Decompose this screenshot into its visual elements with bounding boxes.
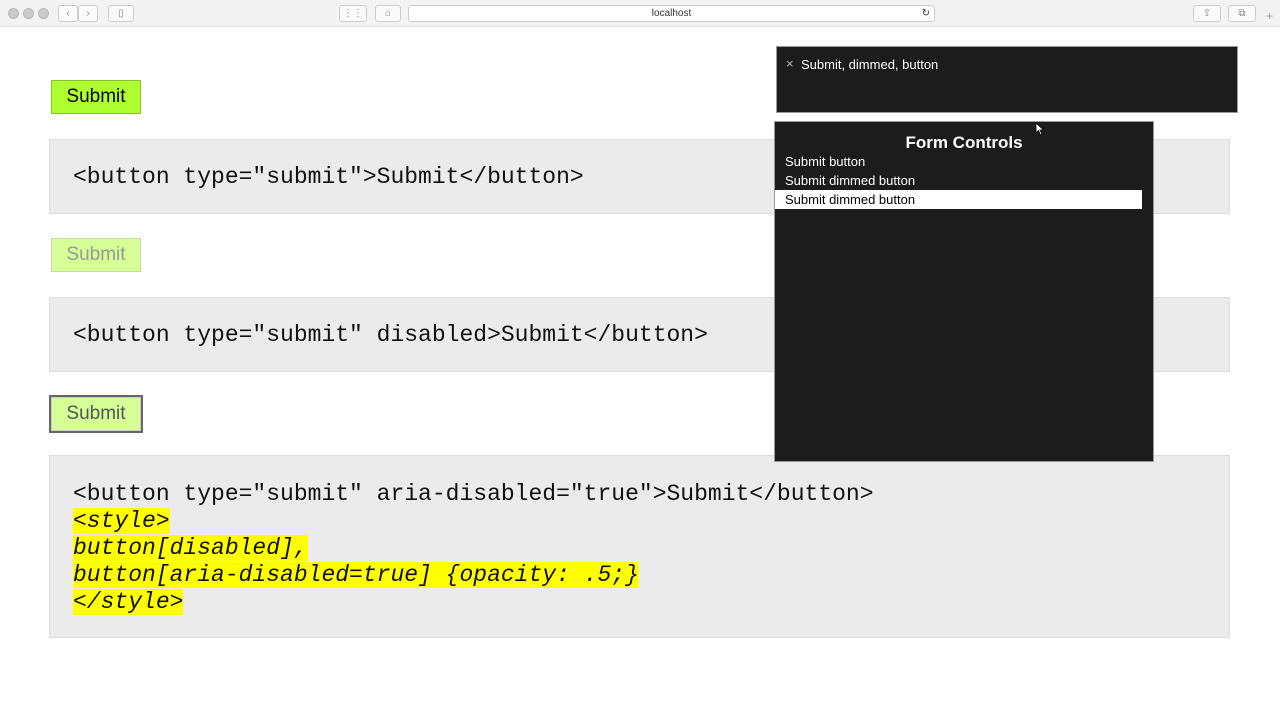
mouse-cursor-icon [1035, 122, 1045, 136]
back-button[interactable]: ‹ [58, 5, 78, 22]
url-text: localhost [651, 8, 692, 19]
voiceover-rotor: Form Controls Submit button Submit dimme… [774, 121, 1154, 462]
close-icon[interactable]: × [786, 56, 794, 71]
browser-toolbar: ‹ › ▯ ⋮⋮ ⌂ localhost ↻ ⇧ ⧉ + [0, 0, 1280, 27]
new-tab-icon[interactable]: + [1266, 9, 1273, 23]
share-icon[interactable]: ⇧ [1193, 5, 1221, 22]
address-bar[interactable]: localhost ↻ [408, 5, 935, 22]
tabs-icon[interactable]: ⧉ [1228, 5, 1256, 22]
code-line: <button type="submit" aria-disabled="tru… [73, 481, 874, 507]
grid-icon[interactable]: ⋮⋮ [339, 5, 367, 22]
rotor-item[interactable]: Submit dimmed button [775, 171, 1142, 190]
highlighted-code-line: button[aria-disabled=true] {opacity: .5;… [73, 562, 639, 588]
submit-disabled-button[interactable]: Submit [51, 238, 141, 272]
code-example-aria-disabled: <button type="submit" aria-disabled="tru… [49, 455, 1230, 638]
submit-button[interactable]: Submit [51, 80, 141, 114]
voiceover-caption-panel: × Submit, dimmed, button [776, 46, 1238, 113]
minimize-window-button[interactable] [23, 8, 34, 19]
forward-button[interactable]: › [78, 5, 98, 22]
reload-icon[interactable]: ↻ [922, 6, 930, 21]
highlighted-code-line: button[disabled], [73, 535, 308, 561]
rotor-item-selected[interactable]: Submit dimmed button [775, 190, 1142, 209]
maximize-window-button[interactable] [38, 8, 49, 19]
close-window-button[interactable] [8, 8, 19, 19]
rotor-item[interactable]: Submit button [775, 152, 1142, 171]
highlighted-code-line: <style> [73, 508, 170, 534]
sidebar-toggle-button[interactable]: ▯ [108, 5, 134, 22]
voiceover-caption: Submit, dimmed, button [801, 57, 939, 72]
rotor-title: Form Controls [905, 133, 1023, 152]
submit-aria-disabled-button[interactable]: Submit [49, 395, 143, 433]
home-icon[interactable]: ⌂ [375, 5, 401, 22]
highlighted-code-line: </style> [73, 589, 184, 615]
